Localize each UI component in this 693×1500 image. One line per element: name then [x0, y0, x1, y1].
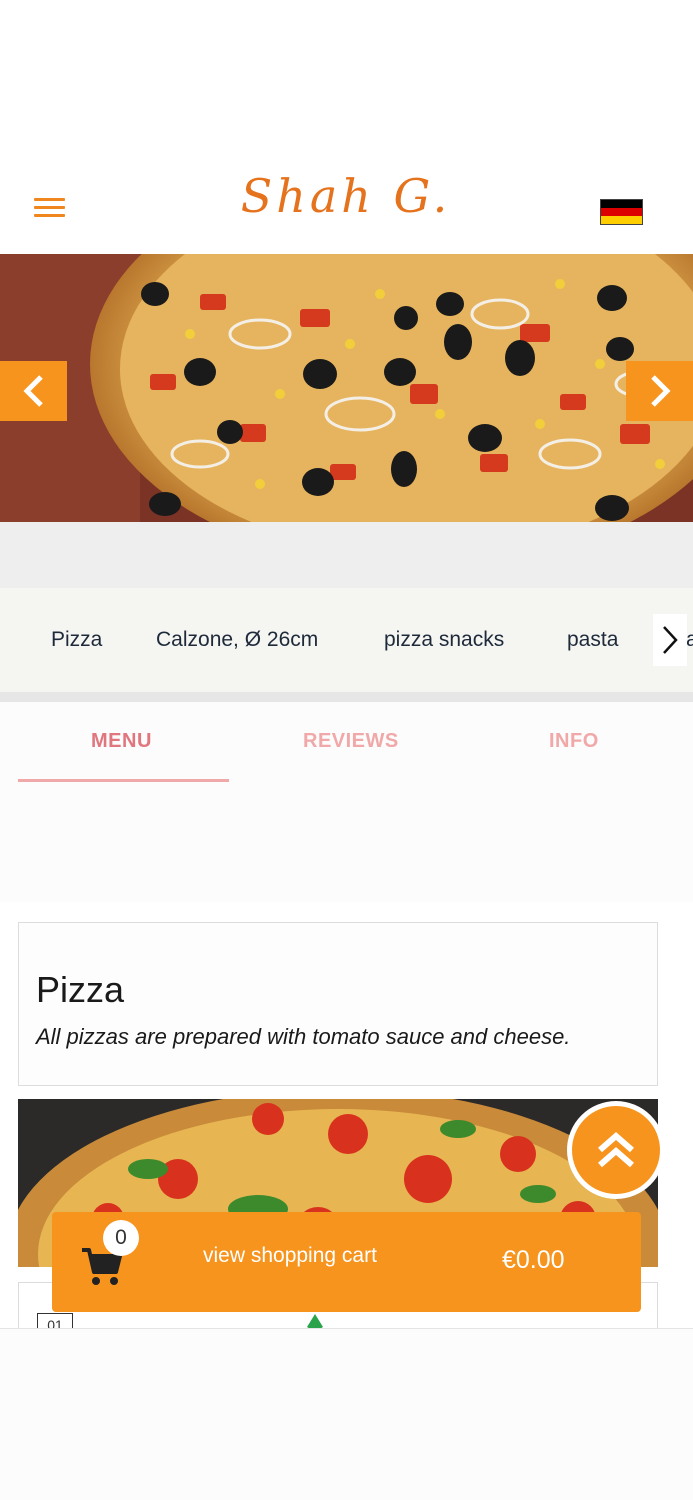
hero-slider-image — [0, 254, 693, 522]
section-description: All pizzas are prepared with tomato sauc… — [36, 1024, 571, 1049]
view-cart-label[interactable]: view shopping cart — [203, 1244, 377, 1268]
category-pizza[interactable]: Pizza — [51, 628, 102, 652]
bottom-area — [0, 1328, 693, 1500]
german-flag-icon[interactable] — [600, 199, 643, 225]
category-pizza-snacks[interactable]: pizza snacks — [384, 628, 504, 652]
tab-menu[interactable]: MENU — [91, 730, 152, 753]
section-title: Pizza — [36, 969, 125, 1010]
tab-reviews[interactable]: REVIEWS — [303, 730, 399, 753]
category-pasta[interactable]: pasta — [567, 628, 618, 652]
scroll-to-top-button[interactable] — [567, 1101, 665, 1199]
slider-prev-button[interactable] — [0, 361, 67, 421]
tab-active-indicator — [18, 779, 229, 782]
chevron-left-icon — [22, 375, 43, 407]
category-calzone[interactable]: Calzone, Ø 26cm — [156, 628, 318, 652]
chevron-right-icon — [663, 626, 678, 654]
logo[interactable]: Shah G. — [196, 168, 496, 228]
slider-next-button[interactable] — [626, 361, 693, 421]
tab-info[interactable]: INFO — [549, 730, 599, 753]
scroll-top-circle — [572, 1106, 660, 1194]
cart-count-badge: 0 — [103, 1220, 139, 1256]
hamburger-menu-icon[interactable] — [34, 196, 66, 220]
cart-total: €0.00 — [502, 1246, 565, 1274]
double-chevron-up-icon — [598, 1132, 634, 1168]
page: Shah G. Pizza Calzone, Ø 26cm pizza snac… — [0, 0, 693, 1500]
category-peek[interactable]: a — [686, 628, 693, 652]
spacer-band — [0, 522, 693, 588]
category-next-button[interactable] — [653, 614, 687, 666]
divider — [0, 692, 693, 702]
chevron-right-icon — [650, 375, 671, 407]
